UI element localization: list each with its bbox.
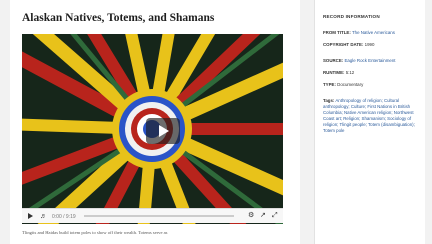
copyright-label: COPYRIGHT DATE: — [323, 42, 364, 47]
progress-bar[interactable] — [84, 215, 234, 217]
fullscreen-icon[interactable]: ⤢ — [272, 211, 278, 221]
page-title: Alaskan Natives, Totems, and Shamans — [22, 12, 215, 24]
tags-row: Tags: Anthropology of religion; Cultural… — [323, 98, 421, 134]
play-icon — [159, 125, 169, 137]
runtime-row: RUNTIME: 5:12 — [323, 70, 421, 76]
type-label: TYPE: — [323, 82, 336, 87]
source-row: SOURCE: Eagle Rock Entertainment — [323, 58, 421, 64]
volume-icon[interactable]: ♬ — [40, 212, 47, 222]
runtime-label: RUNTIME: — [323, 70, 345, 75]
source-link[interactable]: Eagle Rock Entertainment — [344, 58, 395, 63]
timecode: 0:00 / 9:19 — [52, 214, 76, 220]
player-control-bar: ♬ 0:00 / 9:19 ⚙ ↗ ⤢ — [22, 208, 283, 223]
copyright-value: 1990 — [364, 42, 375, 47]
play-button[interactable] — [146, 118, 180, 144]
from-title-row: FROM TITLE: The Native Americans — [323, 30, 421, 36]
video-description: Tlingits and Haidas build totem poles to… — [22, 230, 168, 235]
type-value: Documentary — [337, 82, 364, 87]
type-row: TYPE: Documentary — [323, 82, 421, 88]
tags-label: Tags: — [323, 98, 335, 103]
from-title-label: FROM TITLE: — [323, 30, 351, 35]
record-information-heading: RECORD INFORMATION — [323, 14, 380, 19]
share-icon[interactable]: ↗ — [260, 211, 266, 221]
tags-links[interactable]: Anthropology of religion; Cultural anthr… — [323, 98, 415, 133]
main-panel: Alaskan Natives, Totems, and Shamans ♬ 0… — [10, 0, 300, 244]
runtime-value: 5:12 — [345, 70, 355, 75]
record-information-panel: RECORD INFORMATION FROM TITLE: The Nativ… — [314, 0, 425, 244]
from-title-link[interactable]: The Native Americans — [352, 30, 395, 35]
video-player[interactable] — [22, 34, 283, 224]
copyright-row: COPYRIGHT DATE: 1990 — [323, 42, 421, 48]
settings-icon[interactable]: ⚙ — [248, 211, 254, 221]
source-label: SOURCE: — [323, 58, 344, 63]
control-play-icon[interactable] — [28, 213, 33, 219]
